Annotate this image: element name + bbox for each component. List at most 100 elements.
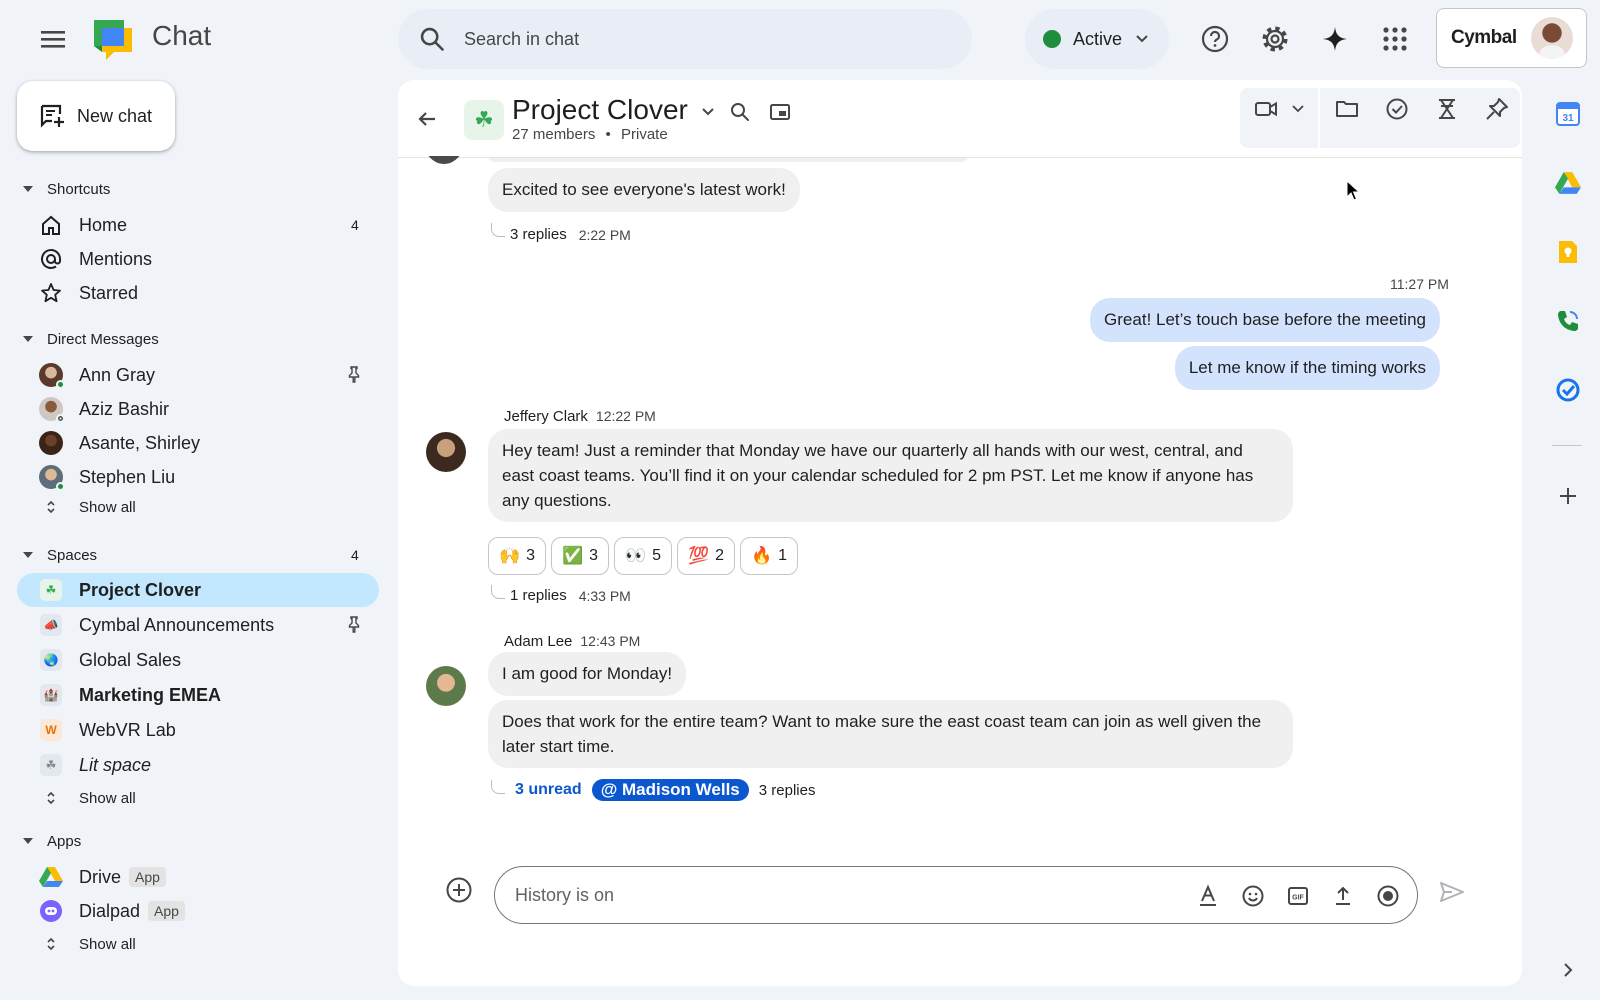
message-time: 12:22 PM	[595, 408, 656, 424]
sender-name[interactable]: Jeffery Clark	[504, 408, 588, 425]
sidebar-item-cymbal-announcements[interactable]: 📣 Cymbal Announcements	[17, 608, 379, 642]
integrations-button[interactable]	[1434, 96, 1460, 122]
reaction-emoji: 🙌	[499, 546, 521, 565]
search-in-space-icon[interactable]	[728, 100, 752, 124]
spaces-unread-count: 4	[351, 547, 359, 563]
collapse-triangle-icon	[23, 336, 33, 342]
mention-chip[interactable]: @ Madison Wells	[591, 779, 749, 801]
sidebar-item-label: WebVR Lab	[79, 719, 176, 740]
tasks-button[interactable]	[1384, 96, 1410, 122]
search-input[interactable]	[464, 28, 884, 50]
calendar-app-button[interactable]: 31	[1554, 100, 1582, 128]
record-video-button[interactable]	[1375, 883, 1401, 909]
new-chat-button[interactable]: New chat	[17, 81, 175, 151]
open-in-window-icon[interactable]	[768, 100, 792, 124]
sidebar-item-starred[interactable]: Starred	[17, 276, 379, 310]
main-menu-button[interactable]	[33, 26, 73, 52]
sidebar-item-dialpad[interactable]: Dialpad App	[17, 894, 379, 928]
sidebar-item-lit-space[interactable]: ☘ Lit space	[17, 748, 379, 782]
sidebar-item-stephen-liu[interactable]: Stephen Liu	[17, 460, 379, 494]
reaction-chip[interactable]: 🔥 1	[740, 537, 799, 575]
sidebar-item-home[interactable]: Home 4	[17, 208, 379, 242]
reaction-count: 3	[526, 547, 536, 564]
sidebar-item-label: Ann Gray	[79, 364, 156, 385]
svg-text:GIF: GIF	[1292, 895, 1304, 902]
send-button[interactable]	[1438, 878, 1466, 906]
message-bubble-partial	[488, 158, 968, 162]
message-input[interactable]	[515, 884, 1175, 906]
add-attachment-button[interactable]	[445, 876, 473, 904]
section-apps-toggle[interactable]: Apps	[20, 829, 81, 853]
space-title[interactable]: Project Clover	[512, 94, 688, 126]
get-add-ons-button[interactable]	[1554, 482, 1582, 510]
search-bar[interactable]	[398, 9, 972, 69]
gif-button[interactable]: GIF	[1285, 883, 1311, 909]
reaction-chip[interactable]: 💯 2	[677, 537, 736, 575]
apps-launcher-button[interactable]	[1376, 20, 1414, 58]
sidebar-item-project-clover[interactable]: ☘ Project Clover	[17, 573, 379, 607]
sidebar-item-mentions[interactable]: Mentions	[17, 242, 379, 276]
message-avatar[interactable]	[426, 666, 466, 706]
files-button[interactable]	[1334, 96, 1360, 122]
section-heading: Spaces	[47, 546, 98, 564]
thread-summary[interactable]: 3 replies 2:22 PM	[510, 226, 631, 243]
keep-app-button[interactable]	[1554, 238, 1582, 266]
reaction-emoji: ✅	[562, 546, 584, 565]
sidebar-item-asante-shirley[interactable]: Asante, Shirley	[17, 426, 379, 460]
space-icon: 🏰	[40, 684, 62, 706]
video-call-button[interactable]	[1253, 96, 1279, 122]
show-all-label: Show all	[79, 789, 136, 807]
show-all-apps[interactable]: Show all	[17, 931, 379, 957]
upload-button[interactable]	[1330, 883, 1356, 909]
video-call-icon	[1255, 101, 1277, 117]
section-heading: Shortcuts	[47, 180, 111, 198]
dialpad-app-button[interactable]	[1554, 307, 1582, 335]
thread-summary[interactable]: 1 replies 4:33 PM	[510, 587, 631, 604]
drive-app-button[interactable]	[1554, 169, 1582, 197]
sidebar-item-label: Global Sales	[79, 649, 182, 670]
thread-connector	[491, 223, 505, 237]
member-count[interactable]: 27 members	[512, 126, 595, 143]
section-shortcuts-toggle[interactable]: Shortcuts	[20, 177, 110, 201]
section-spaces-toggle[interactable]: Spaces	[20, 543, 97, 567]
collapse-triangle-icon	[23, 552, 33, 558]
account-switcher[interactable]: Cymbal	[1436, 8, 1587, 68]
sidebar-item-webvr-lab[interactable]: W WebVR Lab	[17, 713, 379, 747]
sidebar-item-global-sales[interactable]: 🌏 Global Sales	[17, 643, 379, 677]
thread-connector	[491, 780, 505, 794]
help-button[interactable]	[1196, 20, 1234, 58]
text-format-button[interactable]	[1195, 883, 1221, 909]
dialpad-icon	[39, 899, 63, 923]
hamburger-icon	[41, 31, 65, 48]
status-label: Active	[1073, 28, 1123, 49]
sidebar-item-ann-gray[interactable]: Ann Gray	[17, 358, 379, 392]
status-dropdown[interactable]: Active	[1025, 9, 1169, 69]
show-all-direct-messages[interactable]: Show all	[17, 494, 379, 520]
tasks-check-icon	[1386, 98, 1408, 120]
sender-name[interactable]: Adam Lee	[504, 633, 572, 650]
sidebar-item-aziz-bashir[interactable]: Aziz Bashir	[17, 392, 379, 426]
message-bubble: Hey team! Just a reminder that Monday we…	[488, 429, 1293, 522]
expand-rail-button[interactable]	[1558, 956, 1578, 984]
apps-grid-icon	[1383, 27, 1407, 51]
account-avatar	[1530, 17, 1573, 59]
reaction-chip[interactable]: ✅ 3	[551, 537, 610, 575]
thread-connector	[491, 585, 505, 599]
show-all-spaces[interactable]: Show all	[17, 785, 379, 811]
thread-summary[interactable]: 3 unread @ Madison Wells 3 replies	[515, 779, 815, 801]
settings-button[interactable]	[1256, 20, 1294, 58]
sidebar-item-label: Cymbal Announcements	[79, 614, 275, 635]
reaction-chip[interactable]: 🙌 3	[488, 537, 547, 575]
gemini-button[interactable]	[1316, 20, 1354, 58]
sidebar-item-drive[interactable]: Drive App	[17, 860, 379, 894]
chevron-down-icon[interactable]	[698, 102, 718, 122]
emoji-button[interactable]	[1240, 883, 1266, 909]
tasks-app-button[interactable]	[1554, 376, 1582, 404]
message-avatar[interactable]	[426, 432, 466, 472]
pin-button[interactable]	[1484, 96, 1510, 122]
video-options-button[interactable]	[1288, 96, 1308, 122]
section-direct-messages-toggle[interactable]: Direct Messages	[20, 327, 159, 351]
back-button[interactable]	[412, 104, 442, 134]
reaction-chip[interactable]: 👀 5	[614, 537, 673, 575]
sidebar-item-marketing-emea[interactable]: 🏰 Marketing EMEA	[17, 678, 379, 712]
